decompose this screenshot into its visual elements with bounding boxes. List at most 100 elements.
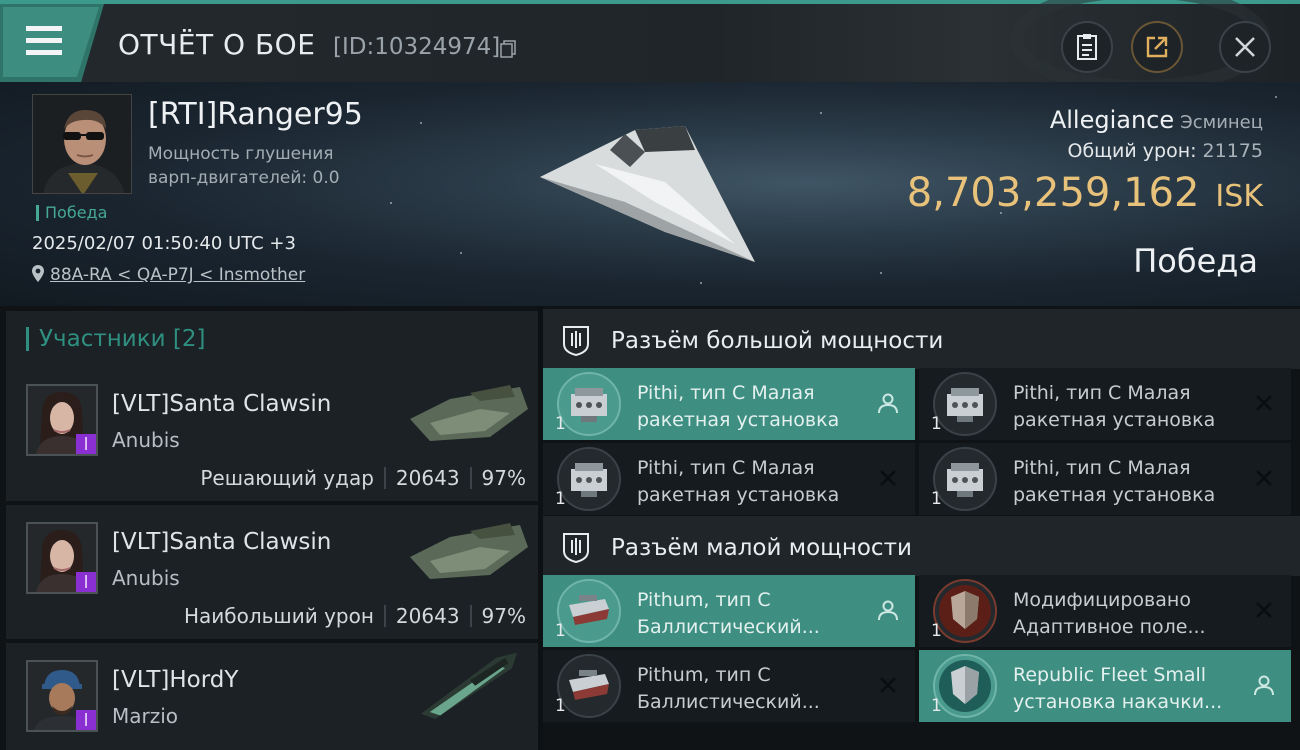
participant-avatar[interactable]: ǀ bbox=[26, 384, 98, 456]
high-slot-icon bbox=[563, 326, 589, 356]
isk-currency: ISK bbox=[1215, 179, 1263, 214]
module-name: Pithum, тип C Баллистический... bbox=[637, 587, 873, 641]
person-icon[interactable] bbox=[877, 599, 899, 621]
ship-name[interactable]: Allegiance bbox=[1050, 106, 1174, 134]
faction-badge-icon: ǀ bbox=[76, 572, 96, 592]
module-slot[interactable]: 1 Модифицировано Адаптивное поле... bbox=[919, 575, 1291, 647]
participant-stats: Наибольший урон 20643 97% bbox=[184, 604, 526, 628]
low-slot-icon bbox=[563, 533, 589, 563]
module-name: Pithi, тип C Малая ракетная установка bbox=[637, 455, 873, 509]
export-button[interactable] bbox=[1131, 21, 1183, 73]
participant-damage: 20643 bbox=[395, 466, 460, 490]
module-qty: 1 bbox=[555, 489, 566, 509]
destroyed-x-icon bbox=[1256, 395, 1272, 411]
participant-percent: 97% bbox=[481, 604, 526, 628]
module-name-line2: Баллистический... bbox=[637, 691, 820, 713]
ballistic-control-icon bbox=[557, 579, 621, 643]
module-slot[interactable]: 1 Pithum, тип C Баллистический... bbox=[543, 575, 915, 647]
high-slots-title: Разъём большой мощности bbox=[611, 328, 944, 354]
shield-module-icon bbox=[933, 654, 997, 718]
fitting-panel: Разъём большой мощности 1 Pithi, тип C М… bbox=[543, 306, 1300, 750]
module-qty: 1 bbox=[931, 696, 942, 716]
result-tag: Победа bbox=[36, 205, 107, 221]
faction-badge-icon: ǀ bbox=[76, 434, 96, 454]
person-icon[interactable] bbox=[877, 392, 899, 414]
high-slots-header: Разъём большой мощности bbox=[543, 309, 1300, 369]
participant-name[interactable]: [VLT]Santa Clawsin bbox=[112, 391, 331, 417]
module-name-line1: Pithum, тип C bbox=[637, 664, 771, 686]
participant-avatar[interactable]: ǀ bbox=[26, 660, 98, 732]
report-id: [ID:10324974] bbox=[333, 34, 501, 60]
total-damage: Общий урон: 21175 bbox=[1067, 140, 1263, 162]
module-qty: 1 bbox=[555, 696, 566, 716]
module-slot[interactable]: 1 Pithi, тип C Малая ракетная установка bbox=[543, 368, 915, 440]
module-qty: 1 bbox=[931, 414, 942, 434]
participants-header: Участники [2] bbox=[6, 311, 538, 369]
participant-name[interactable]: [VLT]HordY bbox=[112, 667, 238, 693]
participant-row[interactable]: ǀ [VLT]HordY Marzio bbox=[6, 643, 538, 750]
warp-label: Мощность глушения bbox=[148, 144, 334, 164]
clipboard-button[interactable] bbox=[1061, 21, 1113, 73]
module-qty: 1 bbox=[931, 621, 942, 641]
module-name-line1: Pithi, тип C Малая bbox=[1013, 457, 1191, 479]
low-slots-title: Разъём малой мощности bbox=[611, 535, 912, 561]
warp-scramble-strength: Мощность глушения варп-двигателей: 0.0 bbox=[148, 142, 340, 190]
module-slot[interactable]: 1 Pithum, тип C Баллистический... bbox=[543, 650, 915, 722]
module-slot[interactable]: 1 Pithi, тип C Малая ракетная установка bbox=[919, 443, 1291, 515]
module-name-line2: Баллистический... bbox=[637, 616, 820, 638]
location-pin-icon bbox=[32, 265, 44, 282]
module-name: Pithi, тип C Малая ракетная установка bbox=[637, 380, 873, 434]
close-icon bbox=[1235, 37, 1255, 57]
ship-class: Эсминец bbox=[1180, 112, 1263, 133]
victim-avatar[interactable] bbox=[32, 94, 132, 194]
participant-row[interactable]: ǀ [VLT]Santa Clawsin Anubis Наибольший у… bbox=[6, 505, 538, 639]
menu-button[interactable] bbox=[0, 4, 104, 82]
module-name-line2: ракетная установка bbox=[637, 484, 840, 506]
isk-amount: 8,703,259,162 bbox=[906, 170, 1200, 216]
low-slots-header: Разъём малой мощности bbox=[543, 516, 1300, 576]
participant-name[interactable]: [VLT]Santa Clawsin bbox=[112, 529, 331, 555]
module-name-line2: установка накачки... bbox=[1013, 691, 1223, 713]
result-label: Победа bbox=[1133, 242, 1258, 280]
participant-role: Наибольший урон bbox=[183, 604, 374, 628]
participant-avatar[interactable]: ǀ bbox=[26, 522, 98, 594]
participant-percent: 97% bbox=[481, 466, 526, 490]
module-name: Pithi, тип C Малая ракетная установка bbox=[1013, 380, 1249, 434]
close-button[interactable] bbox=[1219, 21, 1271, 73]
warp-value: варп-двигателей: 0.0 bbox=[148, 168, 340, 188]
hamburger-icon bbox=[26, 26, 62, 56]
missile-launcher-icon bbox=[557, 447, 621, 511]
module-name-line2: Адаптивное поле... bbox=[1013, 616, 1206, 638]
battle-datetime: 2025/02/07 01:50:40 UTC +3 bbox=[32, 233, 296, 254]
module-name-line2: ракетная установка bbox=[637, 409, 840, 431]
participants-title: Участники [2] bbox=[26, 327, 205, 351]
adaptive-field-icon bbox=[933, 579, 997, 643]
module-slot[interactable]: 1 Pithi, тип C Малая ракетная установка bbox=[543, 443, 915, 515]
copy-icon[interactable] bbox=[500, 40, 516, 58]
participant-damage: 20643 bbox=[395, 604, 460, 628]
participant-ship: Marzio bbox=[112, 704, 179, 728]
export-icon bbox=[1146, 36, 1168, 58]
module-slot[interactable]: 1 Pithi, тип C Малая ракетная установка bbox=[919, 368, 1291, 440]
module-name-line1: Pithi, тип C Малая bbox=[1013, 382, 1191, 404]
missile-launcher-icon bbox=[933, 447, 997, 511]
ballistic-control-icon bbox=[557, 654, 621, 718]
module-qty: 1 bbox=[555, 414, 566, 434]
participant-stats: Решающий удар 20643 97% bbox=[200, 466, 526, 490]
participants-panel: Участники [2] ǀ [VLT]Santa Clawsin Anubi… bbox=[0, 306, 538, 750]
victim-name[interactable]: [RTI]Ranger95 bbox=[148, 97, 363, 132]
participant-ship-image bbox=[410, 523, 528, 579]
person-icon[interactable] bbox=[1253, 674, 1275, 696]
destroyed-x-icon bbox=[1256, 470, 1272, 486]
module-slot[interactable]: 1 Republic Fleet Small установка накачки.… bbox=[919, 650, 1291, 722]
isk-value: 8,703,259,162 ISK bbox=[907, 170, 1263, 216]
total-damage-label: Общий урон: bbox=[1067, 140, 1197, 162]
location-link[interactable]: 88A-RA < QA-P7J < Insmother bbox=[50, 265, 305, 285]
destroyed-x-icon bbox=[880, 677, 896, 693]
module-name-line2: ракетная установка bbox=[1013, 409, 1216, 431]
destroyed-x-icon bbox=[880, 470, 896, 486]
participant-row[interactable]: ǀ [VLT]Santa Clawsin Anubis Решающий уда… bbox=[6, 367, 538, 501]
total-damage-value: 21175 bbox=[1202, 140, 1263, 162]
participant-ship-image bbox=[410, 385, 528, 441]
battle-location[interactable]: 88A-RA < QA-P7J < Insmother bbox=[32, 265, 305, 285]
